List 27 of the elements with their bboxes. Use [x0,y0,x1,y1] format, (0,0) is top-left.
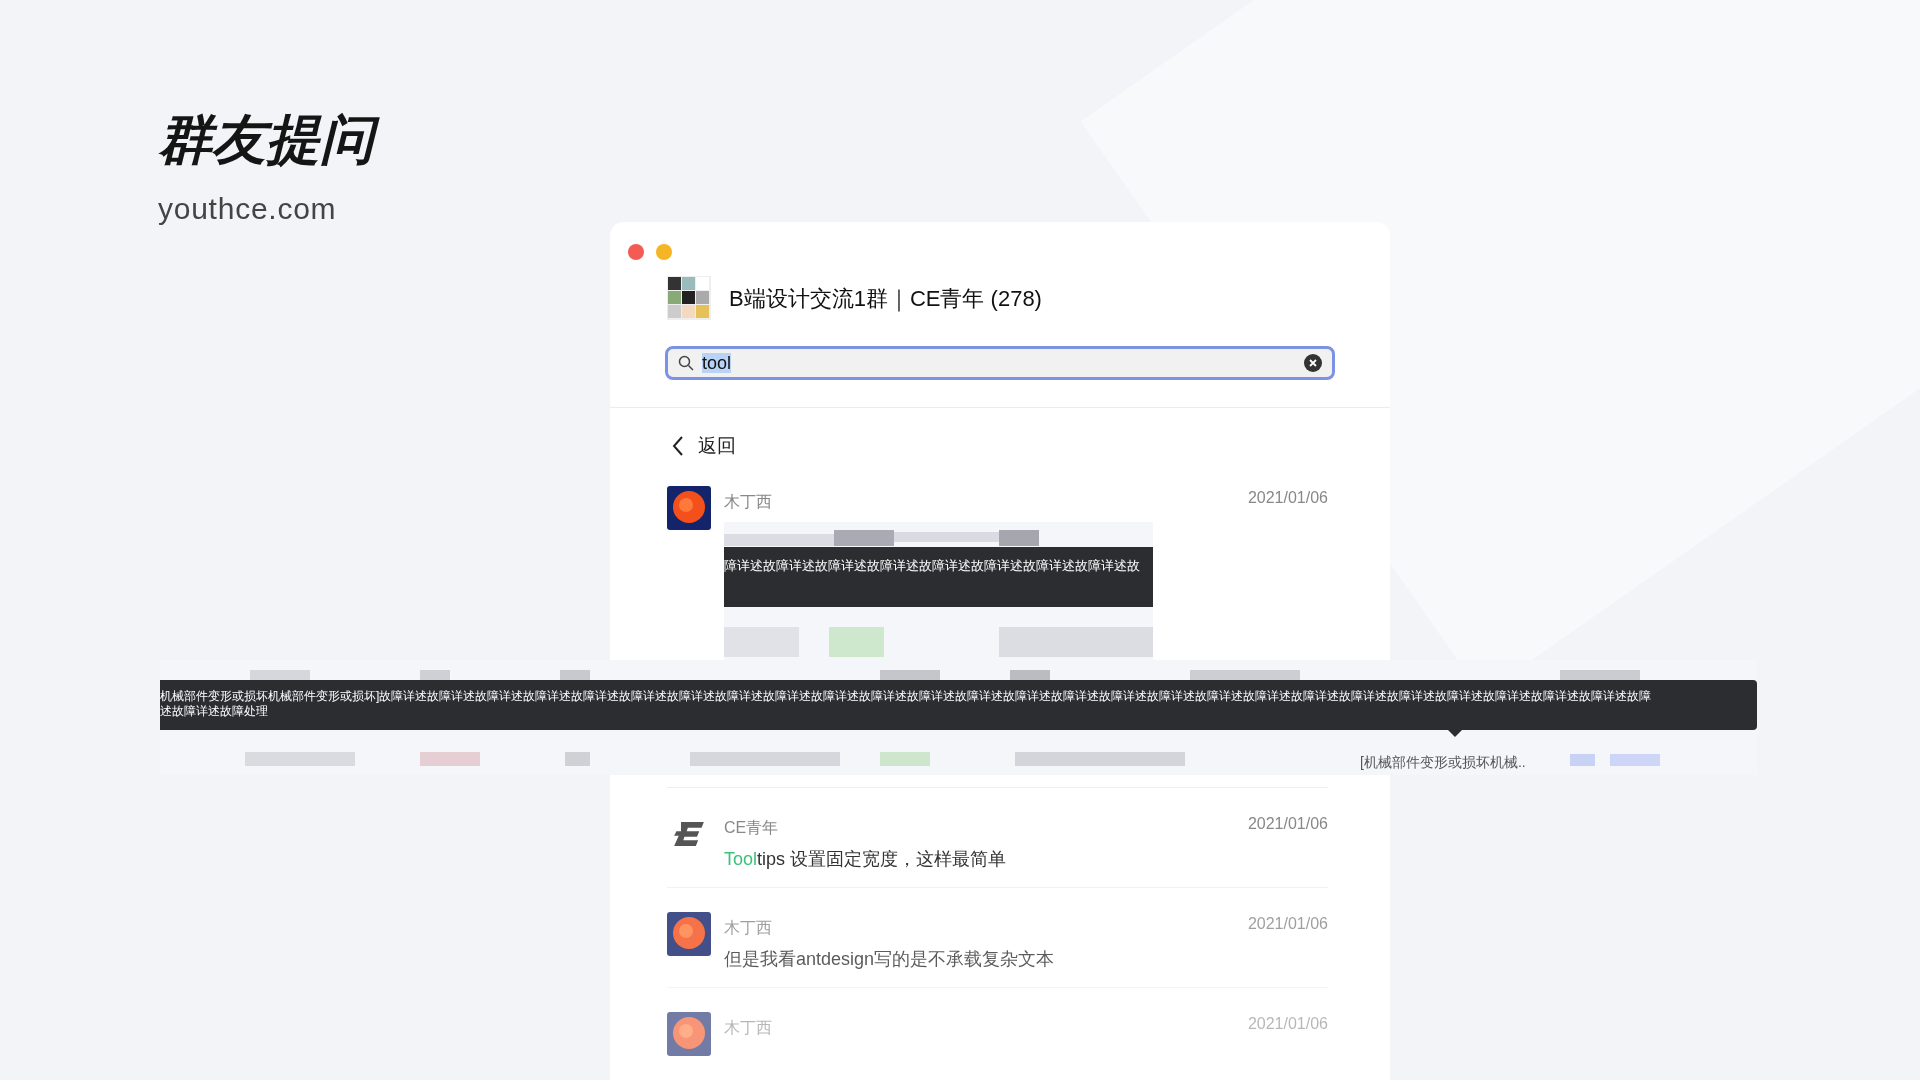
search-icon [678,355,694,371]
back-link[interactable]: 返回 [698,432,736,461]
sender-name: 木丁西 [724,1017,772,1038]
tooltip-arrow-icon [1448,730,1462,737]
message-date: 2021/01/06 [1247,813,1328,834]
slide-title: 群友提问 [158,100,388,180]
table-cell-text: [机械部件变形或损坏机械.. [1360,753,1526,772]
avatar [667,911,711,956]
close-button[interactable] [628,244,644,260]
clear-icon[interactable] [1304,354,1322,372]
avatar [667,485,711,530]
search-field[interactable]: tool [665,346,1335,380]
group-avatar [667,276,711,320]
message-date: 2021/01/06 [1247,913,1328,934]
slide-subtitle: youthce.com [158,191,338,227]
avatar [667,1011,711,1056]
message-text: Tooltips 设置固定宽度，这样最简单 [724,847,1008,871]
sender-name: CE青年 [724,817,779,838]
sender-name: 木丁西 [724,917,772,938]
message-text: 但是我看antdesign写的是不承载复杂文本 [724,947,1056,971]
tooltip: 机械部件变形或损坏机械部件变形或损坏]故障详述故障详述故障详述故障详述故障详述故障详述故障详述故障详述故障详述故障详述故障详述故障详述故障详述故障详述故障详述故障详述故障详述故障详述故障详述故障详述故障详述故障详述故障详述故障详述故障详述故障详述故障 述故障详述故障处理 [160,680,1757,730]
back-icon[interactable] [672,435,684,458]
chat-title: B端设计交流1群｜CE青年 (278) [729,284,1042,314]
message-date: 2021/01/06 [1247,1013,1328,1034]
logo-icon [674,821,704,846]
message-date: 2021/01/06 [1247,487,1328,508]
sender-name: 木丁西 [724,491,772,512]
